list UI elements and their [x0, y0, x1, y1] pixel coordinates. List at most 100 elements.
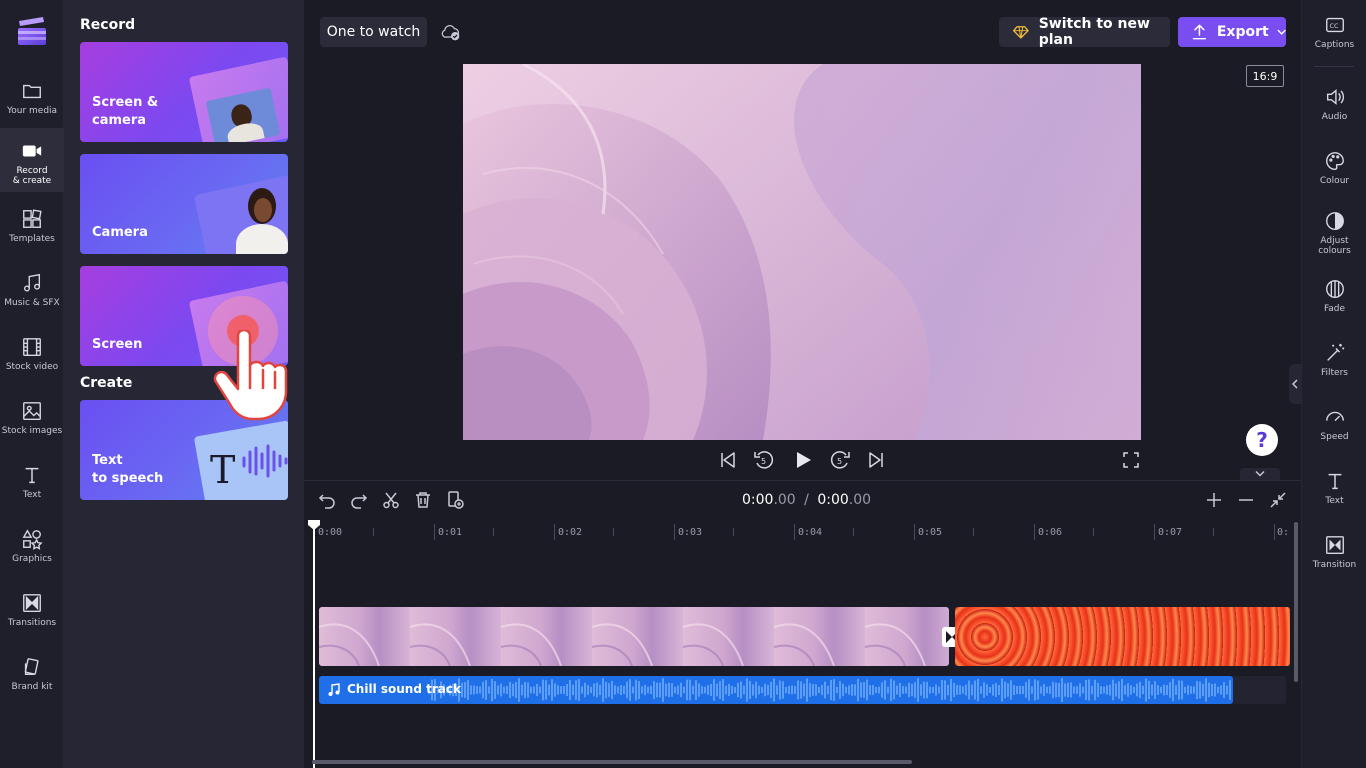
nav-graphics[interactable]: Graphics — [0, 516, 64, 576]
speaker-icon — [1326, 89, 1344, 105]
folder-icon — [23, 84, 41, 99]
skip-to-end-icon[interactable] — [867, 451, 885, 469]
video-preview[interactable] — [463, 64, 1141, 440]
tick-label: 0:07 — [1158, 527, 1183, 538]
rewind-5s-icon[interactable]: 5 — [753, 449, 775, 471]
video-camera-icon — [22, 145, 42, 157]
nav-stock-images[interactable]: Stock images — [0, 388, 64, 448]
nav-transitions[interactable]: Transitions — [0, 580, 64, 640]
zoom-in-icon[interactable] — [1206, 492, 1222, 508]
zoom-out-icon[interactable] — [1238, 492, 1254, 508]
hand-pointer-icon — [213, 330, 288, 421]
undo-icon[interactable] — [318, 491, 336, 509]
clipchamp-logo[interactable] — [16, 16, 48, 48]
tts-letter-glyph: T — [210, 448, 236, 492]
magic-wand-icon — [1326, 343, 1344, 361]
tick-mark — [853, 528, 854, 536]
playhead[interactable] — [313, 520, 315, 768]
horizontal-scrollbar[interactable] — [312, 760, 912, 764]
nav-label: Transitions — [7, 618, 57, 628]
video-clip-pink-waves[interactable] — [319, 607, 949, 666]
tick-mark — [554, 524, 555, 540]
shapes-icon — [22, 529, 43, 550]
rail-label: Filters — [1321, 368, 1348, 378]
tick-mark — [434, 524, 435, 540]
rail-label: Colour — [1319, 176, 1350, 186]
rail-filters[interactable]: Filters — [1302, 326, 1366, 388]
tick-label: 0:02 — [558, 527, 583, 538]
redo-icon[interactable] — [350, 491, 368, 509]
rail-label: Text — [1325, 496, 1344, 506]
nav-stock-video[interactable]: Stock video — [0, 324, 64, 384]
divider — [1314, 66, 1354, 67]
skip-to-start-icon[interactable] — [719, 451, 737, 469]
rail-transition[interactable]: Transition — [1302, 518, 1366, 580]
contrast-icon — [1325, 212, 1344, 230]
tick-label: 0:03 — [678, 527, 703, 538]
clip-thumbnails — [319, 623, 926, 666]
nav-label: Stock images — [1, 426, 63, 436]
svg-text:5: 5 — [761, 457, 766, 466]
nav-label: Your media — [6, 106, 58, 116]
add-to-timeline-icon[interactable] — [446, 491, 464, 509]
switch-plan-button[interactable]: Switch to new plan — [999, 16, 1170, 48]
rail-text[interactable]: Text — [1302, 454, 1366, 516]
tick-mark — [1274, 524, 1275, 540]
rail-speed[interactable]: Speed — [1302, 390, 1366, 452]
nav-your-media[interactable]: Your media — [0, 68, 64, 128]
timecode-display: 0:00.00 / 0:00.00 — [742, 492, 871, 508]
audio-clip[interactable]: Chill sound track — [319, 676, 1233, 704]
nav-label: Text — [22, 490, 42, 500]
rail-audio[interactable]: Audio — [1302, 70, 1366, 132]
create-section-title: Create — [80, 375, 133, 391]
nav-record-create[interactable]: Record & create — [0, 128, 64, 192]
music-note-icon — [328, 683, 340, 696]
video-clip-orange-pattern[interactable] — [955, 607, 1290, 666]
project-name-button[interactable]: One to watch — [320, 17, 427, 47]
camera-card[interactable]: Camera — [80, 154, 288, 254]
aspect-ratio-button[interactable]: 16:9 — [1246, 65, 1284, 87]
nav-brand-kit[interactable]: Brand kit — [0, 644, 64, 704]
delete-icon[interactable] — [414, 491, 432, 509]
collapse-preview-button[interactable] — [1240, 468, 1280, 480]
brand-kit-icon — [24, 658, 39, 676]
person-face — [254, 198, 272, 222]
fullscreen-icon[interactable] — [1123, 452, 1139, 468]
collapse-right-panel-button[interactable] — [1289, 364, 1301, 404]
music-note-icon — [23, 273, 41, 292]
chevron-left-icon — [1292, 379, 1298, 389]
help-button[interactable]: ? — [1246, 424, 1278, 456]
card-label: Text to speech — [92, 453, 164, 486]
tick-label: 0:00 — [318, 527, 343, 538]
tick-mark — [674, 524, 675, 540]
rail-colour[interactable]: Colour — [1302, 134, 1366, 196]
export-button[interactable]: Export — [1178, 17, 1286, 47]
nav-label: Brand kit — [11, 682, 53, 692]
vertical-scrollbar[interactable] — [1294, 522, 1298, 682]
split-scissors-icon[interactable] — [382, 491, 400, 509]
rail-label: Adjust colours — [1318, 236, 1351, 256]
tick-mark — [914, 524, 915, 540]
fade-icon — [1325, 280, 1344, 298]
fit-timeline-icon[interactable] — [1270, 492, 1286, 508]
rail-captions[interactable]: CC Captions — [1302, 0, 1366, 62]
nav-music-sfx[interactable]: Music & SFX — [0, 260, 64, 320]
tick-label: 0:04 — [798, 527, 823, 538]
nav-templates[interactable]: Templates — [0, 196, 64, 256]
tick-mark — [1213, 528, 1214, 536]
tick-mark — [794, 524, 795, 540]
forward-5s-icon[interactable]: 5 — [829, 449, 851, 471]
rail-fade[interactable]: Fade — [1302, 262, 1366, 324]
nav-text[interactable]: Text — [0, 452, 64, 512]
nav-label: Templates — [9, 234, 55, 244]
rail-adjust-colours[interactable]: Adjust colours — [1302, 194, 1366, 256]
timeline-ruler[interactable]: 0:00 0:01 0:02 0:03 0:04 0:05 0:06 0:07 … — [304, 520, 1301, 546]
card-label: Camera — [92, 225, 148, 240]
preview-wallpaper-image — [463, 64, 1141, 440]
rail-label: Fade — [1323, 304, 1346, 314]
current-time-fraction: .00 — [773, 492, 796, 508]
cloud-saved-icon[interactable] — [441, 22, 461, 42]
play-icon[interactable] — [792, 449, 814, 471]
screen-camera-card[interactable]: Screen & camera — [80, 42, 288, 142]
tick-mark — [733, 528, 734, 536]
